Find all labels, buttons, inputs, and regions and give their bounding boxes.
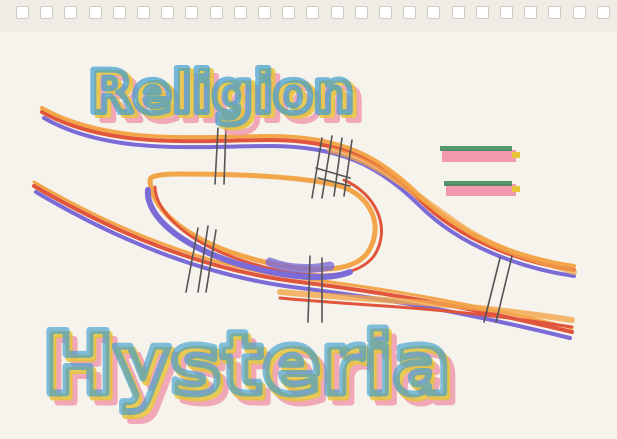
word-religion: Religion Religion Religion [85,55,366,137]
sketchbook-page: Religion Religion Religion Hysteria Hyst… [0,0,617,439]
equals-sign [440,146,520,196]
svg-text:Hysteria: Hysteria [42,314,451,414]
word-hysteria: Hysteria Hysteria Hysteria [39,311,463,427]
marker-drawing: Religion Religion Religion Hysteria Hyst… [32,55,577,427]
svg-text:Religion: Religion [88,58,354,126]
